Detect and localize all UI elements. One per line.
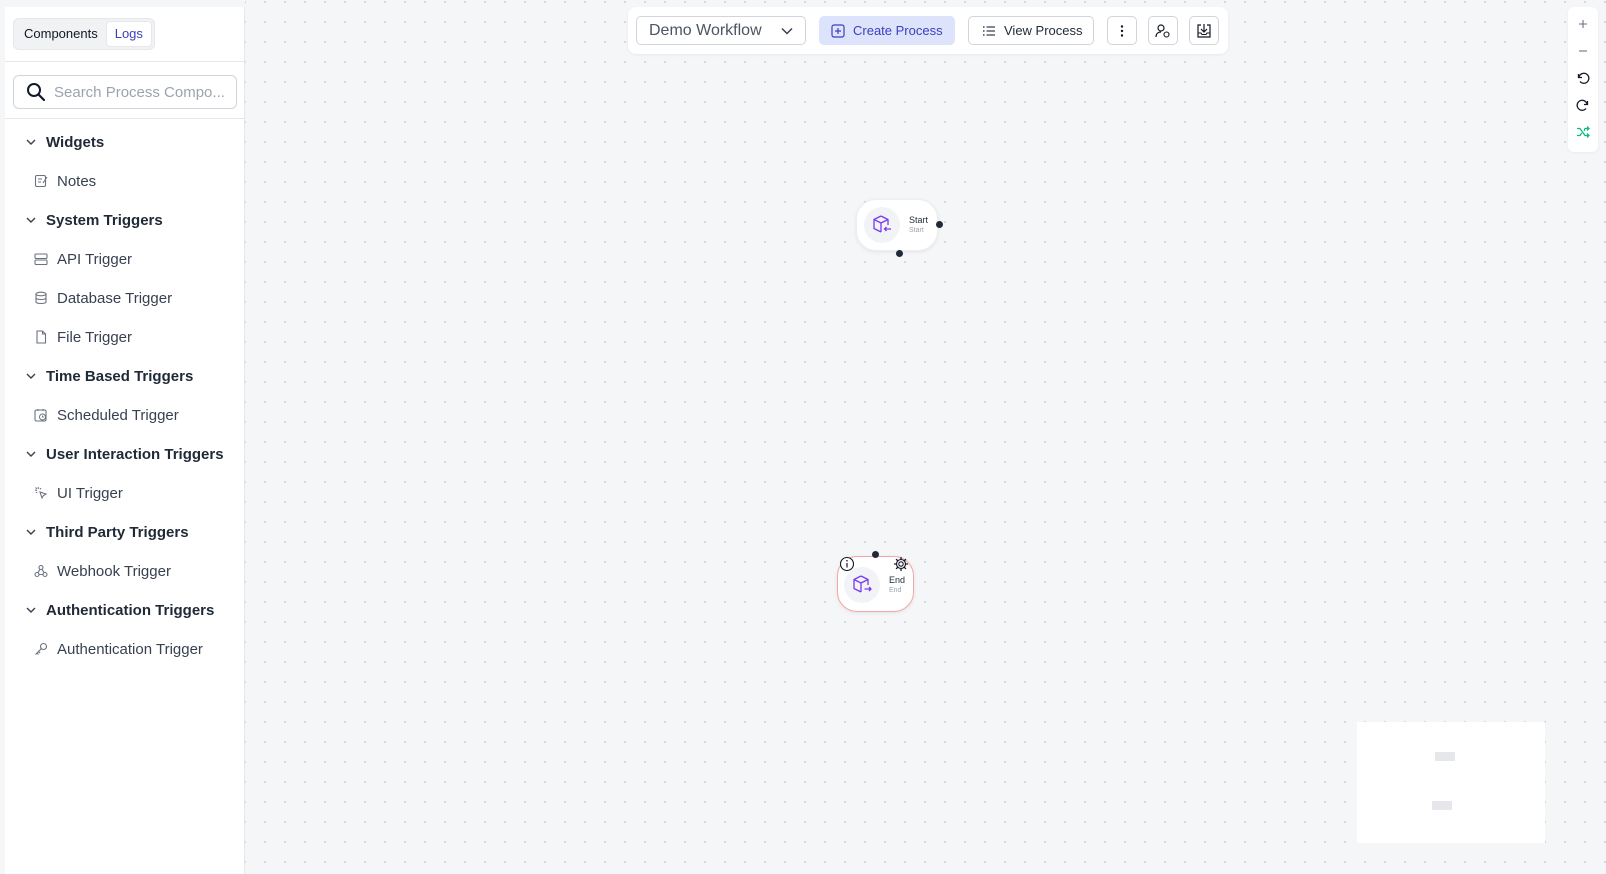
tab-logs[interactable]: Logs (105, 21, 152, 47)
component-item-notes[interactable]: Notes (5, 166, 245, 196)
group-label: System Triggers (46, 211, 163, 229)
start-node-subtitle: Start (909, 227, 924, 234)
gear-icon[interactable] (893, 556, 909, 572)
node-icon-wrap (844, 567, 880, 603)
more-vertical-icon (1120, 24, 1124, 37)
group-label: Widgets (46, 133, 105, 151)
minimap[interactable] (1357, 722, 1545, 843)
chevron-down-icon (26, 139, 36, 145)
start-node-title: Start (909, 215, 929, 225)
divider (5, 118, 245, 119)
list-icon (982, 25, 995, 36)
search-icon (27, 83, 46, 102)
plus-icon (1579, 20, 1587, 28)
end-node-subtitle: End (889, 587, 902, 594)
component-sidebar: Components Logs Widgets Notes System Tri… (5, 7, 245, 874)
calendar-clock-icon (33, 407, 49, 423)
component-item-database-trigger[interactable]: Database Trigger (5, 283, 245, 313)
info-icon[interactable] (839, 556, 855, 572)
chevron-down-icon (26, 373, 36, 379)
group-third-party-triggers[interactable]: Third Party Triggers (5, 517, 245, 547)
chevron-down-icon (26, 529, 36, 535)
start-node[interactable]: Start Start (856, 199, 938, 251)
divider (5, 61, 245, 62)
box-out-icon (853, 575, 872, 593)
file-icon (33, 329, 49, 345)
chevron-down-icon (781, 27, 793, 35)
import-button[interactable] (1189, 16, 1219, 45)
group-label: Time Based Triggers (46, 367, 194, 385)
shuffle-icon (1577, 126, 1590, 138)
chevron-down-icon (26, 451, 36, 457)
zoom-in-button[interactable] (1575, 16, 1591, 32)
item-label: Database Trigger (57, 289, 173, 307)
redo-button[interactable] (1575, 97, 1591, 113)
create-process-button[interactable]: Create Process (819, 16, 955, 45)
group-system-triggers[interactable]: System Triggers (5, 205, 245, 235)
group-authentication-triggers[interactable]: Authentication Triggers (5, 595, 245, 625)
component-item-webhook-trigger[interactable]: Webhook Trigger (5, 556, 245, 586)
item-label: Scheduled Trigger (57, 406, 179, 424)
chevron-down-icon (26, 607, 36, 613)
tab-components[interactable]: Components (16, 21, 106, 47)
view-process-label: View Process (1004, 23, 1083, 38)
end-node-title: End (889, 575, 906, 585)
item-label: UI Trigger (57, 484, 123, 502)
component-item-scheduled-trigger[interactable]: Scheduled Trigger (5, 400, 245, 430)
key-icon (33, 641, 49, 657)
item-label: API Trigger (57, 250, 133, 268)
minimap-node-end (1432, 801, 1452, 810)
group-time-based-triggers[interactable]: Time Based Triggers (5, 361, 245, 391)
start-node-right-handle[interactable] (936, 221, 943, 228)
search-input[interactable] (54, 83, 234, 101)
workflow-canvas[interactable]: Demo Workflow Create Process View Proces… (245, 0, 1606, 874)
group-label: Third Party Triggers (46, 523, 189, 541)
search-box (13, 75, 237, 109)
component-item-api-trigger[interactable]: API Trigger (5, 244, 245, 274)
zoom-controls (1568, 7, 1598, 152)
component-item-authentication-trigger[interactable]: Authentication Trigger (5, 634, 245, 664)
pointer-click-icon (33, 485, 49, 501)
webhook-icon (33, 563, 49, 579)
canvas-toolbar: Demo Workflow Create Process View Proces… (628, 7, 1228, 54)
minimap-node-start (1435, 752, 1455, 761)
workflow-select[interactable]: Demo Workflow (636, 16, 806, 45)
sidebar-tabs: Components Logs (13, 18, 155, 50)
chevron-down-icon (26, 217, 36, 223)
item-label: Authentication Trigger (57, 640, 203, 658)
component-item-ui-trigger[interactable]: UI Trigger (5, 478, 245, 508)
box-in-icon (873, 215, 891, 233)
user-settings-button[interactable] (1148, 16, 1178, 45)
workflow-select-value: Demo Workflow (649, 21, 762, 39)
notes-icon (33, 173, 49, 189)
minus-icon (1579, 50, 1587, 52)
server-icon (33, 251, 49, 267)
end-node-top-handle[interactable] (872, 551, 879, 558)
group-user-interaction-triggers[interactable]: User Interaction Triggers (5, 439, 245, 469)
auto-layout-button[interactable] (1575, 124, 1591, 140)
node-icon-wrap (864, 207, 900, 243)
user-settings-icon (1155, 23, 1170, 38)
group-label: User Interaction Triggers (46, 445, 224, 463)
group-label: Authentication Triggers (46, 601, 215, 619)
plus-square-icon (831, 23, 845, 38)
database-icon (33, 290, 49, 306)
item-label: File Trigger (57, 328, 133, 346)
undo-icon (1577, 72, 1590, 84)
zoom-out-button[interactable] (1575, 43, 1591, 59)
download-box-icon (1197, 23, 1211, 38)
redo-icon (1576, 99, 1589, 111)
group-widgets[interactable]: Widgets (5, 127, 245, 157)
view-process-button[interactable]: View Process (968, 16, 1094, 45)
item-label: Webhook Trigger (57, 562, 171, 580)
create-process-label: Create Process (853, 23, 943, 38)
start-node-bottom-handle[interactable] (896, 250, 903, 257)
undo-button[interactable] (1575, 70, 1591, 86)
component-item-file-trigger[interactable]: File Trigger (5, 322, 245, 352)
more-options-button[interactable] (1107, 16, 1137, 45)
item-label: Notes (57, 172, 97, 190)
